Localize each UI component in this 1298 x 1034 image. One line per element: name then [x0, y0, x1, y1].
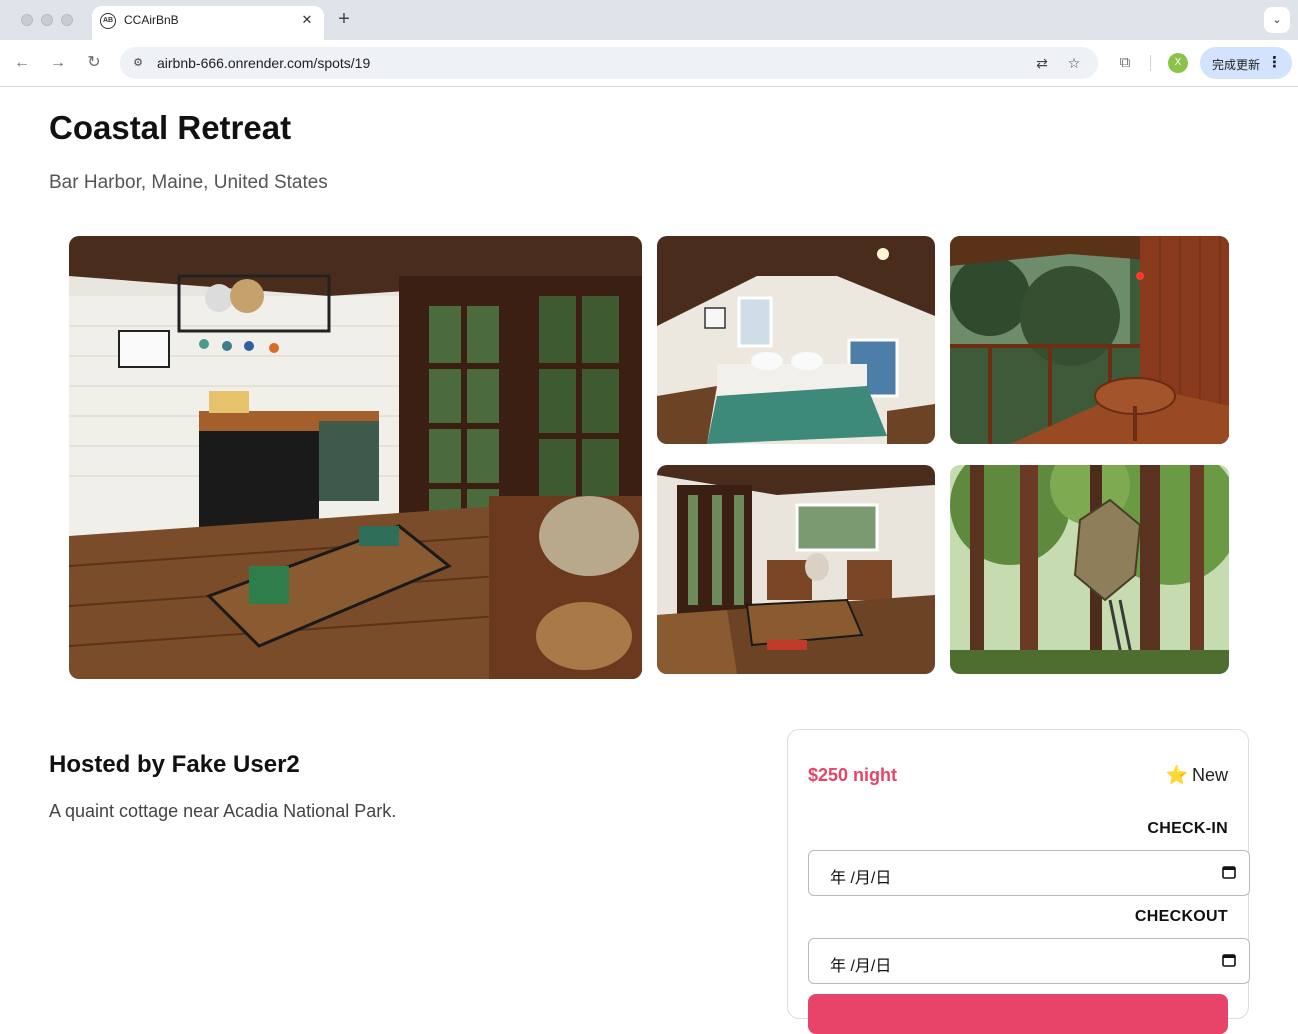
site-favicon-icon: AB — [100, 13, 116, 29]
back-arrow-icon[interactable]: ← — [10, 51, 34, 75]
update-button[interactable]: 完成更新 ⋮ — [1200, 47, 1292, 79]
spot-title: Coastal Retreat — [49, 109, 292, 146]
tab-close-icon[interactable]: ✕ — [298, 11, 316, 29]
checkout-label: CHECKOUT — [1134, 908, 1228, 925]
new-tab-icon[interactable]: + — [334, 8, 354, 30]
photo-bedroom — [657, 236, 935, 444]
spot-page: Coastal Retreat Bar Harbor, Maine, Unite… — [0, 87, 1298, 1034]
photo-treehouse — [950, 465, 1229, 674]
checkout-date-value: 年 /月/日 — [830, 958, 892, 975]
window-maximize-control[interactable] — [61, 14, 73, 26]
checkin-date-value: 年 /月/日 — [830, 870, 892, 887]
star-icon: ⭐ — [1165, 765, 1188, 785]
checkin-date-input[interactable]: 年 /月/日 — [808, 850, 1250, 896]
tab-title: CCAirBnB — [124, 13, 179, 27]
spot-description: A quaint cottage near Acadia National Pa… — [49, 801, 397, 821]
update-button-label: 完成更新 — [1212, 58, 1261, 72]
extensions-puzzle-icon[interactable]: ⧉ — [1114, 52, 1136, 74]
host-heading: Hosted by Fake User2 — [49, 751, 300, 778]
rating-label: New — [1191, 765, 1228, 785]
booking-card: $250 night ⭐ New CHECK-IN 年 /月/日 CHECKOUT… — [787, 729, 1250, 1034]
photo-deck — [950, 236, 1229, 444]
toolbar-divider — [1150, 55, 1151, 71]
browser-tab-bar: AB CCAirBnB ✕ + ⌄ — [0, 0, 1298, 40]
browser-menu-icon[interactable]: ⋮ — [1267, 53, 1282, 71]
reserve-button[interactable] — [808, 994, 1228, 1034]
checkout-date-input[interactable]: 年 /月/日 — [808, 938, 1250, 984]
browser-tab[interactable]: AB CCAirBnB ✕ — [92, 6, 324, 40]
browser-toolbar: ← → ↻ ⚙ airbnb-666.onrender.com/spots/19… — [0, 40, 1298, 87]
calendar-icon[interactable] — [1221, 952, 1237, 968]
window-minimize-control[interactable] — [41, 14, 53, 26]
price-per-night: $250 night — [808, 765, 898, 785]
profile-avatar[interactable]: X — [1168, 53, 1188, 73]
url-text[interactable]: airbnb-666.onrender.com/spots/19 — [157, 55, 370, 71]
site-info-icon[interactable]: ⚙ — [130, 55, 146, 71]
checkin-label: CHECK-IN — [1147, 820, 1228, 837]
translate-icon[interactable]: ⇄ — [1032, 53, 1052, 73]
forward-arrow-icon[interactable]: → — [46, 51, 70, 75]
calendar-icon[interactable] — [1221, 864, 1237, 880]
address-bar[interactable]: ⚙ airbnb-666.onrender.com/spots/19 ⇄ ☆ — [120, 47, 1098, 79]
spot-location: Bar Harbor, Maine, United States — [49, 172, 328, 193]
bookmark-star-icon[interactable]: ☆ — [1064, 53, 1084, 73]
photo-living-room — [657, 465, 935, 674]
rating: ⭐ New — [1166, 765, 1228, 786]
reload-icon[interactable]: ↻ — [82, 51, 106, 75]
window-close-control[interactable] — [21, 14, 33, 26]
tab-search-chevron-icon[interactable]: ⌄ — [1264, 7, 1290, 33]
main-photo — [69, 236, 642, 679]
